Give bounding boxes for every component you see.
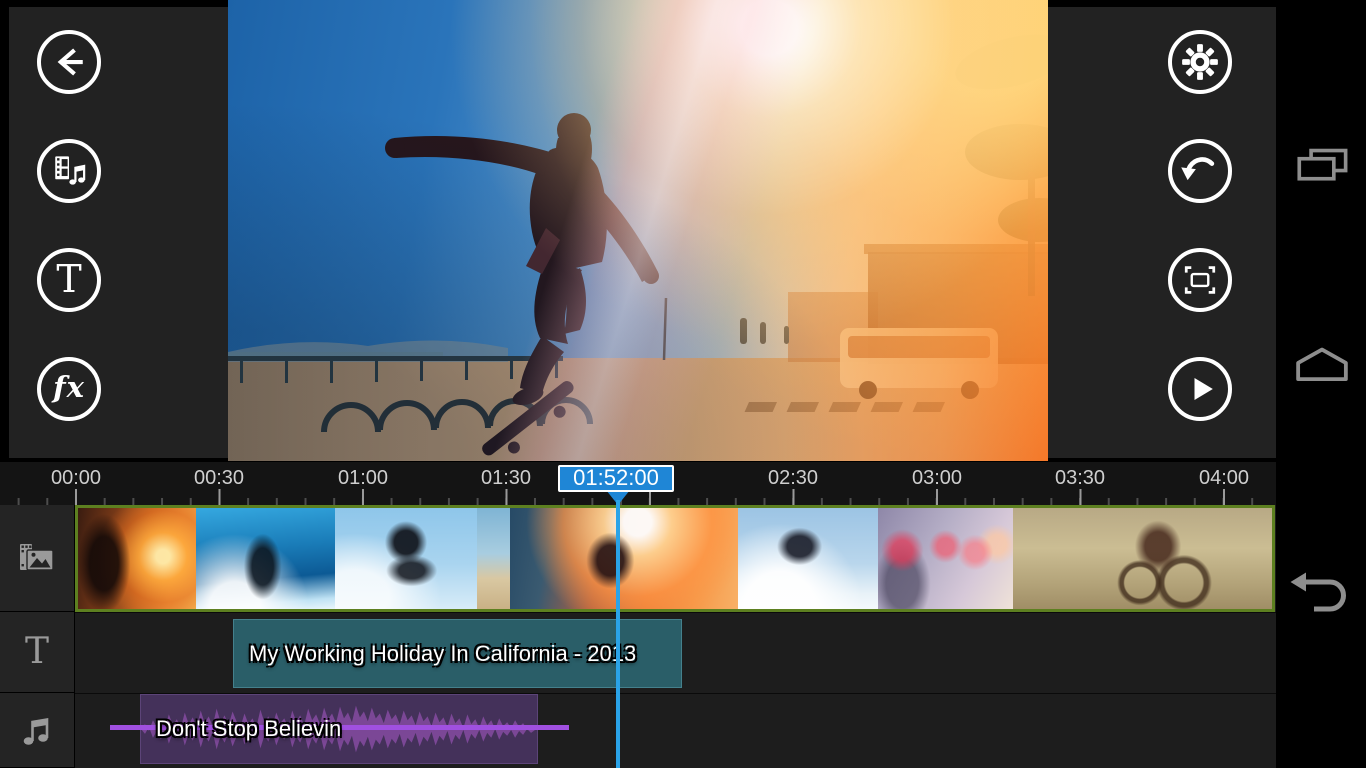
title-track-header[interactable]: T <box>0 612 75 693</box>
film-music-icon <box>47 149 91 193</box>
home-icon[interactable] <box>1290 340 1354 382</box>
fit-screen-icon <box>1178 258 1222 302</box>
ruler-label: 02:30 <box>750 467 836 490</box>
corner-vignette <box>228 0 1048 461</box>
settings-button[interactable] <box>1168 30 1232 94</box>
title-clip-label: My Working Holiday In California - 2013 <box>249 620 636 687</box>
title-clip[interactable]: My Working Holiday In California - 2013 <box>233 619 682 688</box>
effects-button[interactable]: fx <box>37 357 101 421</box>
playhead-line[interactable] <box>616 500 620 768</box>
video-clip-thumbnail[interactable] <box>738 508 878 609</box>
audio-clip-label: Don't Stop Believin <box>156 695 341 763</box>
title-track-lane: My Working Holiday In California - 2013 <box>75 612 1276 693</box>
track-header-column: T <box>0 505 75 768</box>
video-clip-thumbnail[interactable] <box>335 508 477 609</box>
fit-screen-button[interactable] <box>1168 248 1232 312</box>
video-clip-thumbnail[interactable] <box>878 508 1013 609</box>
video-track-lane <box>75 505 1276 612</box>
play-icon <box>1178 367 1222 411</box>
text-button[interactable]: T <box>37 248 101 312</box>
gear-icon <box>1178 40 1222 84</box>
current-time-display[interactable]: 01:52:00 <box>558 465 674 492</box>
video-clip-thumbnail[interactable] <box>78 508 196 609</box>
video-editor-screen: T fx <box>0 0 1366 768</box>
back-button[interactable] <box>37 30 101 94</box>
ruler-label: 00:00 <box>33 467 119 490</box>
ruler-label: 03:30 <box>1037 467 1123 490</box>
video-track-icon <box>14 536 60 580</box>
video-track <box>75 505 1275 612</box>
undo-arrow-icon <box>1178 149 1222 193</box>
fx-icon: fx <box>53 373 85 402</box>
nav-back-icon[interactable] <box>1288 566 1356 618</box>
android-nav-bar <box>1276 0 1366 768</box>
ruler-label: 04:00 <box>1181 467 1267 490</box>
title-text-icon: T <box>56 260 81 298</box>
timeline: 00:00 00:30 01:00 01:30 02:30 03:00 03:3… <box>0 462 1276 768</box>
ruler-label: 03:00 <box>894 467 980 490</box>
music-note-icon <box>17 710 57 750</box>
back-arrow-icon <box>47 40 91 84</box>
video-clip-thumbnail[interactable] <box>196 508 335 609</box>
ruler-label: 00:30 <box>176 467 262 490</box>
media-button[interactable] <box>37 139 101 203</box>
video-clip-thumbnail[interactable] <box>477 508 510 609</box>
audio-track-header[interactable] <box>0 693 75 768</box>
video-track-header[interactable] <box>0 505 75 612</box>
title-track-icon: T <box>25 634 49 670</box>
audio-track-lane: Don't Stop Believin <box>75 693 1276 768</box>
video-clip-thumbnail[interactable] <box>1013 508 1272 609</box>
right-toolbar-panel <box>1048 7 1276 458</box>
video-clip-thumbnail[interactable] <box>510 508 738 609</box>
recents-icon[interactable] <box>1292 146 1352 186</box>
undo-button[interactable] <box>1168 139 1232 203</box>
preview-area[interactable] <box>228 0 1048 461</box>
play-button[interactable] <box>1168 357 1232 421</box>
ruler-label: 01:00 <box>320 467 406 490</box>
ruler-label: 01:30 <box>463 467 549 490</box>
